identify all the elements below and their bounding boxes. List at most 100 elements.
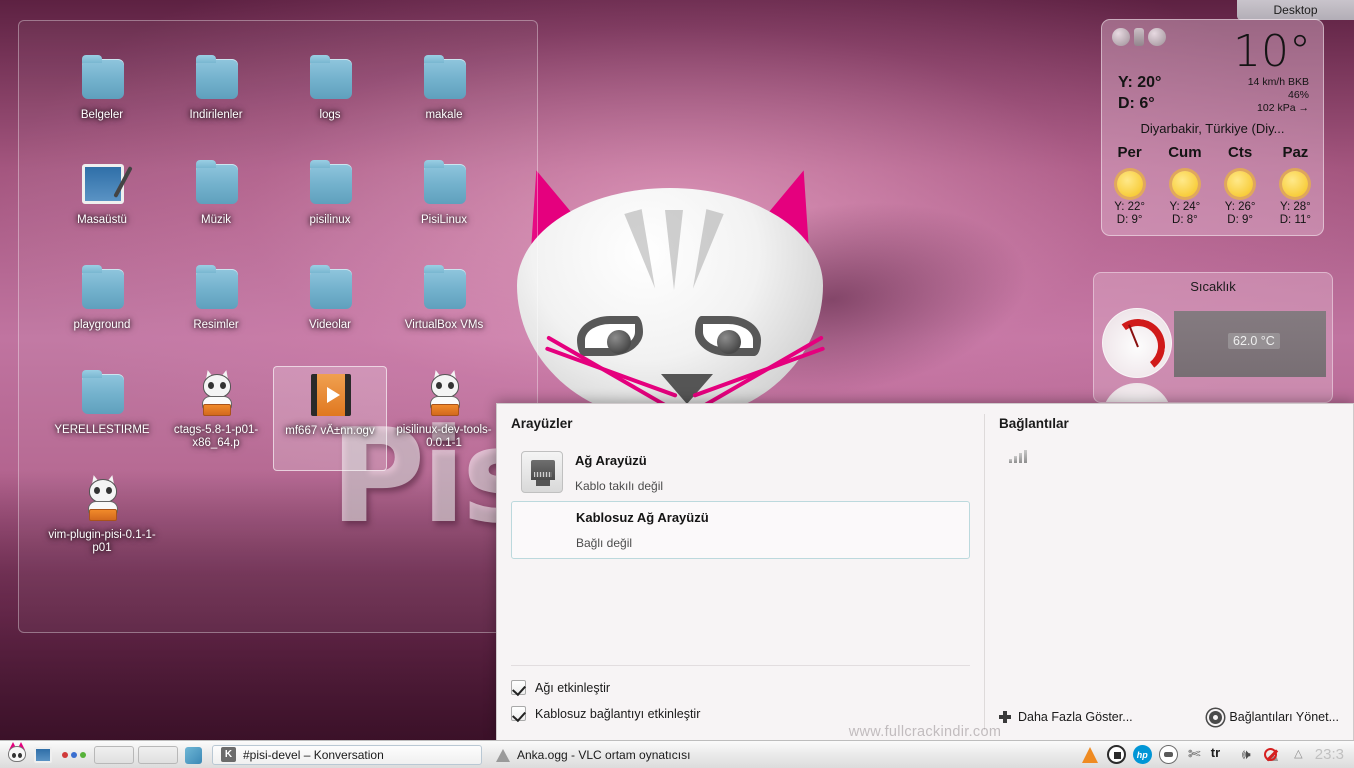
task-konversation[interactable]: K #pisi-devel – Konversation [212, 744, 482, 765]
enable-network-checkbox-row[interactable]: Ağı etkinleştir [511, 680, 610, 695]
desktop-icon[interactable]: pisilinux-dev-tools-0.0.1-1 [387, 366, 501, 471]
weather-high: Y: 20° [1118, 74, 1162, 91]
forecast-low: D: 8° [1172, 214, 1198, 226]
network-interface-status: Bağlı değil [576, 536, 633, 550]
desktop-icon-glyph [190, 265, 242, 315]
activities-icon[interactable] [62, 751, 86, 758]
weather-wind: 14 km/h BKB [1247, 76, 1309, 88]
weather-meta: 14 km/h BKB 46% 102 kPa → [1248, 76, 1309, 115]
keyboard-layout-icon[interactable]: tr [1211, 745, 1230, 764]
hp-printer-icon[interactable]: hp [1132, 745, 1152, 764]
pisi-package-icon [87, 473, 119, 521]
cloud-icon [1148, 28, 1166, 46]
recorder-icon[interactable] [1106, 745, 1126, 764]
screenshot-scissors-icon[interactable]: ✄ [1185, 745, 1204, 764]
desktop-icon[interactable]: ctags-5.8-1-p01-x86_64.p [159, 366, 273, 471]
desktop-icon-label: pisilinux-dev-tools-0.0.1-1 [396, 424, 492, 449]
desktop-icon[interactable]: Videolar [273, 261, 387, 366]
network-interface-row[interactable]: Ağ Arayüzü Kablo takılı değil [511, 445, 970, 501]
folder-icon [424, 55, 466, 99]
vlc-tray-icon[interactable] [1081, 745, 1100, 764]
weather-forecast-day: Cts Y: 26° D: 9° [1213, 144, 1268, 227]
folder-icon [196, 55, 238, 99]
cat-pupil [607, 330, 631, 354]
check-icon[interactable] [511, 706, 526, 721]
manage-connections-button[interactable]: Bağlantıları Yönet... [1209, 710, 1339, 724]
desktop-icon[interactable]: logs [273, 51, 387, 156]
sunny-icon [1116, 171, 1143, 197]
folder-icon [196, 160, 238, 204]
forecast-low: D: 9° [1116, 214, 1143, 226]
taskbar[interactable]: K #pisi-devel – Konversation Anka.ogg - … [0, 740, 1354, 768]
desktop-icon[interactable]: playground [45, 261, 159, 366]
connections-footer: Daha Fazla Göster... Bağlantıları Yönet.… [999, 710, 1339, 724]
vlc-icon [496, 747, 510, 762]
desktop-icon[interactable]: Müzik [159, 156, 273, 261]
task-vlc[interactable]: Anka.ogg - VLC ortam oynatıcısı [488, 745, 698, 765]
folder-icon [82, 370, 124, 414]
desktop-icon[interactable]: Belgeler [45, 51, 159, 156]
forecast-day-name: Cts [1228, 144, 1253, 161]
desktop-icon-glyph [418, 368, 470, 420]
clock[interactable]: 23:3 [1315, 746, 1346, 763]
desktop-icon[interactable]: pisilinux [273, 156, 387, 261]
desktop-icon[interactable]: Masaüstü [45, 156, 159, 261]
desktop-icon[interactable]: Indirilenler [159, 51, 273, 156]
desktop-icon[interactable]: VirtualBox VMs [387, 261, 501, 366]
desktop-folder-icon [82, 164, 124, 204]
network-disabled-icon[interactable] [1263, 745, 1282, 764]
task-vlc-label: Anka.ogg - VLC ortam oynatıcısı [517, 747, 691, 762]
desktop-icon-glyph [304, 55, 356, 105]
volume-icon[interactable]: 🕪 [1237, 745, 1256, 764]
sunny-icon [1282, 171, 1309, 197]
desktop-icon-glyph [190, 368, 242, 420]
application-menu-icon[interactable] [6, 741, 28, 766]
enable-wireless-checkbox-row[interactable]: Kablosuz bağlantıyı etkinleştir [511, 706, 700, 721]
weather-forecast-row: Per Y: 22° D: 9° Cum Y: 24° D: 8° Cts Y: 26° D: … [1102, 144, 1323, 227]
desktop-icon-glyph [76, 160, 128, 210]
show-desktop-icon[interactable] [32, 744, 54, 766]
desktop-icon-label: Indirilenler [189, 109, 243, 121]
desktop-icon-label: Videolar [309, 319, 351, 331]
cat-eye-left [577, 316, 643, 356]
desktop-icon[interactable]: YERELLESTIRME [45, 366, 159, 471]
desktop-icon-glyph [76, 55, 128, 105]
desktop-icon[interactable]: vim-plugin-pisi-0.1-1-p01 [45, 471, 159, 576]
network-interface-row[interactable]: Kablosuz Ağ Arayüzü Bağlı değil [511, 501, 970, 559]
pager-desktop-1[interactable] [94, 745, 134, 764]
desktop-icon-label: Müzik [200, 214, 232, 226]
desktop-icon-grid: Belgeler Indirilenler logs makale Masaüstü Mü… [45, 51, 501, 576]
updates-icon[interactable]: △ [1289, 745, 1308, 764]
desktop-folder-view[interactable]: Belgeler Indirilenler logs makale Masaüstü Mü… [18, 20, 538, 633]
desktop-icon[interactable]: makale [387, 51, 501, 156]
klipper-icon[interactable] [1158, 745, 1178, 764]
network-interface-text: Kablosuz Ağ Arayüzü Bağlı değil [576, 508, 709, 550]
system-tray[interactable]: hp ✄ tr 🕪 △ 23:3 [1081, 745, 1350, 764]
desktop-icon[interactable]: PisiLinux [387, 156, 501, 261]
folder-icon [310, 265, 352, 309]
check-icon[interactable] [511, 680, 526, 695]
file-manager-icon[interactable] [182, 744, 204, 766]
desktop-pager-label[interactable]: Desktop [1237, 0, 1354, 20]
connection-item[interactable] [999, 449, 1339, 463]
desktop-icon-label: Resimler [193, 319, 239, 331]
network-interface-name: Ağ Arayüzü [575, 453, 647, 468]
connections-title: Bağlantılar [999, 416, 1069, 431]
forecast-high: Y: 22° [1114, 201, 1146, 213]
desktop-icon[interactable]: Resimler [159, 261, 273, 366]
weather-widget[interactable]: 10° Y: 20° D: 6° 14 km/h BKB 46% 102 kPa… [1101, 19, 1324, 236]
desktop-icon-glyph [76, 473, 128, 525]
desktop-icon[interactable]: mf667 vÄ±nn.ogv [273, 366, 387, 471]
pisi-package-icon [429, 368, 461, 416]
pager-desktop-2[interactable] [138, 745, 178, 764]
show-more-button[interactable]: Daha Fazla Göster... [999, 710, 1133, 724]
konversation-icon: K [221, 747, 236, 762]
desktop-icon-label: YERELLESTIRME [54, 424, 150, 436]
weather-location: Diyarbakir, Türkiye (Diy... [1140, 121, 1285, 136]
weather-forecast-day: Paz Y: 28° D: 11° [1268, 144, 1323, 227]
weather-humidity: 46% [1287, 89, 1309, 101]
desktop-icon-label: Belgeler [80, 109, 124, 121]
temperature-widget[interactable]: Sıcaklık 62.0 °C [1093, 272, 1333, 403]
network-management-dialog[interactable]: Arayüzler Ağ Arayüzü Kablo takılı değil Ka… [496, 403, 1354, 741]
forecast-day-name: Paz [1282, 144, 1309, 161]
